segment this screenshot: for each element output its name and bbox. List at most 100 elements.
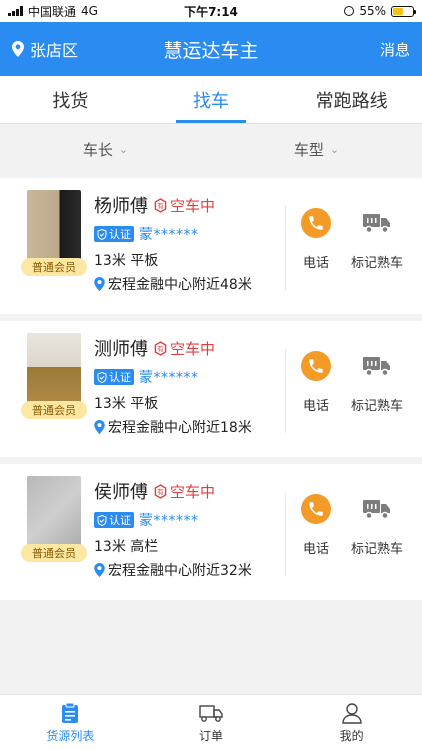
license-plate: 蒙******	[139, 513, 199, 529]
phone-icon	[301, 208, 331, 238]
card-actions: 电话 标记熟车	[296, 208, 406, 271]
mark-familiar-button[interactable]: 标记熟车	[348, 208, 406, 271]
call-button[interactable]: 电话	[296, 351, 336, 414]
status-badge: 有 空车中	[154, 481, 215, 502]
truck-icon	[361, 208, 393, 238]
carrier: 中国联通	[28, 4, 77, 19]
cert-badge: 认证	[94, 512, 134, 528]
cert-badge: 认证	[94, 226, 134, 242]
location-pin-icon	[12, 41, 24, 57]
license-plate: 蒙******	[139, 227, 199, 243]
user-icon	[341, 702, 362, 724]
status-badge: 有 空车中	[154, 338, 215, 359]
divider	[285, 206, 286, 290]
hexagon-status-icon: 有	[154, 340, 167, 356]
network-type: 4G	[81, 4, 98, 18]
member-badge: 普通会员	[21, 544, 87, 562]
hexagon-status-icon: 有	[154, 483, 167, 499]
location-selector[interactable]: 张店区	[12, 37, 78, 61]
filter-vehicle-type[interactable]: 车型 ⌄	[211, 124, 422, 174]
bottom-nav: 货源列表 订单 我的	[0, 694, 422, 750]
vehicle-spec: 13米 平板	[94, 253, 159, 269]
status-badge: 有 空车中	[154, 195, 215, 216]
clipboard-list-icon	[62, 702, 79, 723]
call-label: 电话	[302, 256, 329, 271]
filter-label: 车型	[293, 140, 324, 159]
chevron-down-icon: ⌄	[118, 142, 129, 156]
map-pin-icon	[94, 277, 105, 291]
status-text: 空车中	[170, 482, 216, 501]
filter-bar: 车长 ⌄ 车型 ⌄	[0, 124, 422, 174]
call-button[interactable]: 电话	[296, 208, 336, 271]
driver-info: 测师傅 有 空车中 认证 蒙****** 13米 平板 宏程金融中心附近18米	[94, 335, 252, 437]
status-bar: 中国联通 4G 下午7:14 55%	[0, 0, 422, 22]
member-badge: 普通会员	[21, 258, 87, 276]
cert-badge: 认证	[94, 369, 134, 385]
divider	[285, 349, 286, 433]
nav-cargo-list[interactable]: 货源列表	[0, 695, 141, 750]
driver-location: 宏程金融中心附近48米	[108, 277, 252, 293]
call-button[interactable]: 电话	[296, 494, 336, 557]
shield-check-icon	[97, 371, 107, 383]
nav-label: 订单	[199, 728, 224, 743]
member-badge: 普通会员	[21, 401, 87, 419]
messages-button[interactable]: 消息	[380, 39, 410, 60]
avatar-block: 普通会员	[21, 476, 87, 562]
location-label: 张店区	[30, 41, 79, 60]
driver-info: 杨师傅 有 空车中 认证 蒙****** 13米 平板 宏程金融中心附近48米	[94, 192, 252, 294]
svg-text:有: 有	[157, 343, 164, 352]
driver-name: 杨师傅	[94, 196, 148, 217]
svg-text:有: 有	[157, 200, 164, 209]
driver-list: 普通会员 杨师傅 有 空车中 认证 蒙****** 13米 平板 宏程金融中心附…	[0, 174, 422, 600]
main-tabs: 找货 找车 常跑路线	[0, 76, 422, 124]
driver-card[interactable]: 普通会员 测师傅 有 空车中 认证 蒙****** 13米 平板 宏程金融中心附…	[0, 321, 422, 457]
driver-name: 侯师傅	[94, 482, 148, 503]
hexagon-status-icon: 有	[154, 197, 167, 213]
battery-percent: 55%	[359, 4, 386, 18]
battery-icon	[391, 5, 416, 17]
mark-label: 标记熟车	[350, 542, 403, 557]
nav-profile[interactable]: 我的	[281, 695, 422, 750]
shield-check-icon	[97, 228, 107, 240]
driver-card[interactable]: 普通会员 杨师傅 有 空车中 认证 蒙****** 13米 平板 宏程金融中心附…	[0, 178, 422, 314]
mark-familiar-button[interactable]: 标记熟车	[348, 494, 406, 557]
status-text: 空车中	[170, 196, 216, 215]
driver-location: 宏程金融中心附近32米	[108, 563, 252, 579]
tab-find-vehicle[interactable]: 找车	[141, 76, 282, 123]
driver-location: 宏程金融中心附近18米	[108, 420, 252, 436]
mark-label: 标记熟车	[350, 256, 403, 271]
call-label: 电话	[302, 399, 329, 414]
signal-icon	[8, 6, 23, 16]
delivery-truck-icon	[199, 704, 223, 722]
filter-vehicle-length[interactable]: 车长 ⌄	[0, 124, 211, 174]
nav-orders[interactable]: 订单	[141, 695, 282, 750]
phone-icon	[301, 494, 331, 524]
shield-check-icon	[97, 514, 107, 526]
cert-label: 认证	[109, 371, 131, 384]
svg-text:有: 有	[157, 486, 164, 495]
map-pin-icon	[94, 563, 105, 577]
mark-familiar-button[interactable]: 标记熟车	[348, 351, 406, 414]
driver-info: 侯师傅 有 空车中 认证 蒙****** 13米 高栏 宏程金融中心附近32米	[94, 478, 252, 580]
chevron-down-icon: ⌄	[329, 142, 340, 156]
tab-routes[interactable]: 常跑路线	[281, 76, 422, 123]
driver-photo	[27, 476, 81, 552]
avatar-block: 普通会员	[21, 190, 87, 276]
status-text: 空车中	[170, 339, 216, 358]
truck-icon	[361, 351, 393, 381]
card-actions: 电话 标记熟车	[296, 351, 406, 414]
card-actions: 电话 标记熟车	[296, 494, 406, 557]
cert-label: 认证	[109, 228, 131, 241]
call-label: 电话	[302, 542, 329, 557]
map-pin-icon	[94, 420, 105, 434]
truck-icon	[361, 494, 393, 524]
vehicle-spec: 13米 高栏	[94, 539, 159, 555]
nav-label: 我的	[339, 728, 364, 743]
driver-card[interactable]: 普通会员 侯师傅 有 空车中 认证 蒙****** 13米 高栏 宏程金融中心附…	[0, 464, 422, 600]
tab-find-goods[interactable]: 找货	[0, 76, 141, 123]
phone-icon	[301, 351, 331, 381]
cert-label: 认证	[109, 514, 131, 527]
divider	[285, 492, 286, 576]
license-plate: 蒙******	[139, 370, 199, 386]
nav-label: 货源列表	[46, 728, 95, 743]
